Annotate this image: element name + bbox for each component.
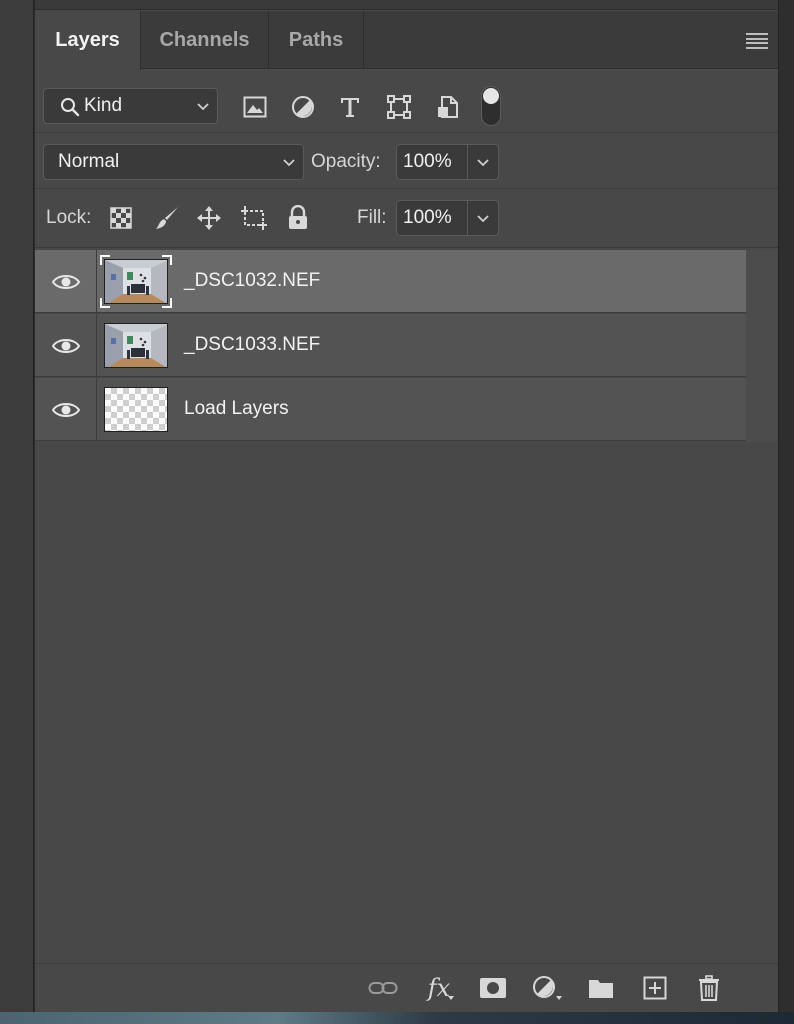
scrollbar-track[interactable] xyxy=(746,250,778,442)
opacity-label: Opacity: xyxy=(311,151,381,172)
layer-thumbnail-transparent[interactable] xyxy=(104,387,168,432)
toggle-knob xyxy=(483,88,499,104)
layer-row[interactable]: _DSC1032.NEF xyxy=(35,250,746,313)
lock-image-pixels-icon[interactable] xyxy=(153,204,181,232)
layer-row[interactable]: Load Layers xyxy=(35,378,746,441)
row-divider xyxy=(96,314,97,377)
left-app-edge xyxy=(0,0,34,1012)
fill-label: Fill: xyxy=(357,207,387,228)
lock-all-icon[interactable] xyxy=(284,204,312,232)
visibility-eye-icon[interactable] xyxy=(51,336,81,356)
lock-artboard-icon[interactable] xyxy=(240,204,268,232)
lock-label: Lock: xyxy=(46,207,92,228)
blend-mode-value: Normal xyxy=(58,151,120,172)
visibility-eye-icon[interactable] xyxy=(51,400,81,420)
shape-layer-filter-icon[interactable] xyxy=(386,94,412,120)
search-icon xyxy=(61,98,80,117)
smart-object-filter-icon[interactable] xyxy=(435,94,461,120)
layer-row[interactable]: _DSC1033.NEF xyxy=(35,314,746,377)
layer-name[interactable]: Load Layers xyxy=(184,398,289,420)
fx-label: fx xyxy=(427,974,451,1002)
opacity-field[interactable]: 100% xyxy=(396,144,499,180)
pixel-layer-filter-icon[interactable] xyxy=(242,94,268,120)
delete-layer-icon[interactable] xyxy=(694,974,724,1002)
layer-style-fx-icon[interactable]: fx xyxy=(424,974,454,1002)
type-layer-filter-icon[interactable] xyxy=(337,94,363,120)
tab-paths[interactable]: Paths xyxy=(269,11,364,69)
desktop-background xyxy=(0,1012,794,1024)
filter-row: Kind xyxy=(35,70,778,133)
panel-menu-icon[interactable] xyxy=(746,33,768,49)
chevron-down-icon xyxy=(197,103,209,111)
layer-name[interactable]: _DSC1033.NEF xyxy=(184,334,320,356)
new-adjustment-layer-icon[interactable] xyxy=(532,974,562,1002)
link-layers-icon[interactable] xyxy=(368,974,398,1002)
visibility-eye-icon[interactable] xyxy=(51,272,81,292)
tab-layers[interactable]: Layers xyxy=(35,11,141,70)
right-app-edge xyxy=(778,0,794,1012)
filter-toggle-switch[interactable] xyxy=(481,86,501,126)
layers-footer-toolbar: fx xyxy=(35,963,778,1012)
tab-channels[interactable]: Channels xyxy=(141,11,269,69)
chevron-down-icon[interactable] xyxy=(477,212,489,224)
chevron-down-icon[interactable] xyxy=(477,156,489,168)
panel-tab-bar: Layers Channels Paths xyxy=(35,11,778,70)
blend-mode-dropdown[interactable]: Normal xyxy=(43,144,304,180)
filter-kind-dropdown[interactable]: Kind xyxy=(43,88,218,124)
opacity-value[interactable]: 100% xyxy=(403,151,452,173)
chevron-down-icon xyxy=(283,159,295,167)
filter-kind-label: Kind xyxy=(84,95,123,116)
field-divider xyxy=(467,201,468,235)
new-layer-icon[interactable] xyxy=(640,974,670,1002)
layer-thumbnail[interactable] xyxy=(104,323,168,368)
fill-value[interactable]: 100% xyxy=(403,207,452,229)
field-divider xyxy=(467,145,468,179)
lock-position-icon[interactable] xyxy=(195,204,223,232)
blend-row: Normal Opacity: 100% xyxy=(35,134,778,189)
fill-field[interactable]: 100% xyxy=(396,200,499,236)
row-divider xyxy=(96,250,97,313)
row-divider xyxy=(96,378,97,441)
new-group-icon[interactable] xyxy=(586,974,616,1002)
panel-top-separator xyxy=(35,0,778,10)
lock-row: Lock: Fill: 100% xyxy=(35,190,778,248)
selection-frame xyxy=(100,255,172,308)
layer-name[interactable]: _DSC1032.NEF xyxy=(184,270,320,292)
layers-panel: Layers Channels Paths Kind Normal Opacit… xyxy=(35,0,778,1012)
lock-transparent-pixels-icon[interactable] xyxy=(107,204,135,232)
adjustment-layer-filter-icon[interactable] xyxy=(290,94,316,120)
add-mask-icon[interactable] xyxy=(478,974,508,1002)
